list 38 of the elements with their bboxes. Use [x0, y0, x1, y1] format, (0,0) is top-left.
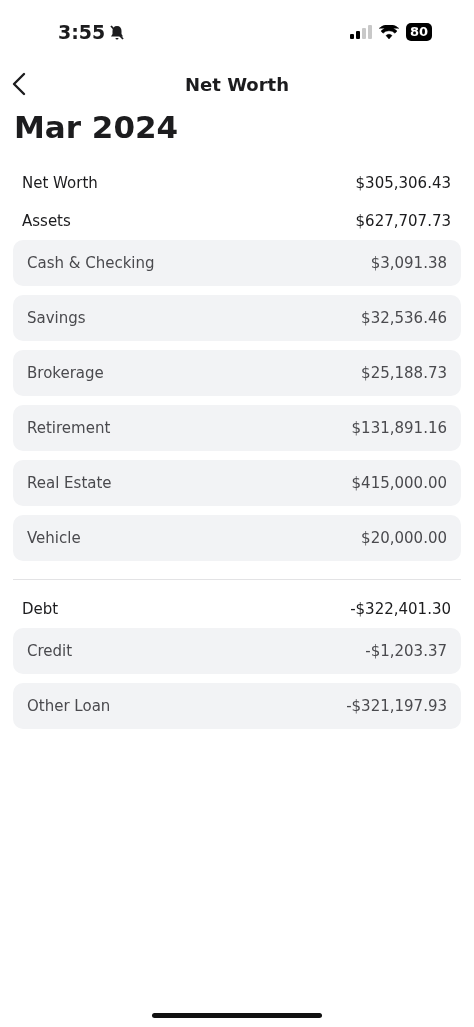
account-row[interactable]: Retirement $131,891.16	[13, 405, 461, 451]
section-label: Assets	[22, 212, 71, 230]
account-value: -$1,203.37	[365, 642, 447, 660]
section-total: $627,707.73	[355, 212, 451, 230]
account-label: Savings	[27, 309, 86, 327]
account-value: $415,000.00	[351, 474, 447, 492]
account-value: $20,000.00	[361, 529, 447, 547]
battery-indicator: 80	[405, 23, 432, 41]
account-row[interactable]: Other Loan -$321,197.93	[13, 683, 461, 729]
account-row[interactable]: Credit -$1,203.37	[13, 628, 461, 674]
muted-bell-icon	[109, 23, 126, 41]
signal-icon	[349, 25, 372, 39]
account-row[interactable]: Real Estate $415,000.00	[13, 460, 461, 506]
account-row[interactable]: Cash & Checking $3,091.38	[13, 240, 461, 286]
section-total: -$322,401.30	[350, 600, 451, 618]
account-value: $32,536.46	[361, 309, 447, 327]
section-label: Debt	[22, 600, 59, 618]
status-time: 3:55	[58, 21, 106, 43]
account-label: Retirement	[27, 419, 111, 437]
account-label: Real Estate	[27, 474, 112, 492]
wifi-icon	[378, 25, 399, 39]
account-row[interactable]: Savings $32,536.46	[13, 295, 461, 341]
total-label: Net Worth	[22, 174, 98, 192]
account-value: $3,091.38	[370, 254, 447, 272]
back-icon[interactable]	[12, 72, 26, 96]
account-value: -$321,197.93	[346, 697, 447, 715]
account-label: Other Loan	[27, 697, 111, 715]
account-label: Credit	[27, 642, 73, 660]
account-label: Cash & Checking	[27, 254, 155, 272]
month-heading: Mar 2024	[13, 108, 180, 147]
account-value: $25,188.73	[361, 364, 447, 382]
nav-title: Net Worth	[185, 73, 289, 95]
account-row[interactable]: Brokerage $25,188.73	[13, 350, 461, 396]
account-label: Brokerage	[27, 364, 104, 382]
total-value: $305,306.43	[355, 174, 451, 192]
account-row[interactable]: Vehicle $20,000.00	[13, 515, 461, 561]
account-value: $131,891.16	[351, 419, 447, 437]
account-label: Vehicle	[27, 529, 81, 547]
